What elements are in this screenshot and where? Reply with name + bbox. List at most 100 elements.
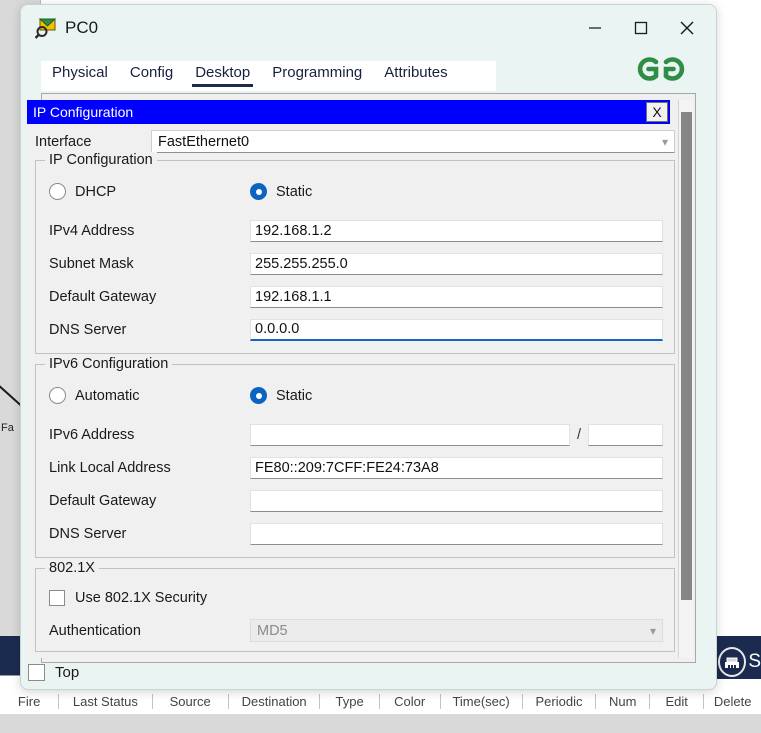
authentication-row: Authentication MD5 ▾ (49, 616, 663, 645)
packet-inspect-icon (34, 17, 57, 39)
ipv6-automatic-radio-option[interactable]: Automatic (49, 387, 250, 404)
top-checkbox[interactable] (28, 664, 45, 681)
interface-label: Interface (35, 133, 92, 150)
scrollbar-thumb[interactable] (681, 112, 692, 600)
ipv6-automatic-radio[interactable] (49, 387, 66, 404)
ipv4-address-input[interactable]: 192.168.1.2 (250, 219, 663, 242)
link-local-address-row: Link Local Address FE80::209:7CFF:FE24:7… (49, 453, 663, 482)
ipv6-gateway-row: Default Gateway (49, 486, 663, 515)
use-dot1x-security-label: Use 802.1X Security (75, 589, 208, 606)
sim-column-header[interactable]: Num (596, 693, 650, 709)
ipv6-automatic-label: Automatic (75, 387, 140, 404)
ipv6-prefix-input[interactable] (588, 423, 663, 446)
interface-dropdown[interactable]: FastEthernet0 ▾ (151, 130, 675, 153)
window-titlebar[interactable]: PC0 (21, 5, 716, 51)
tab-desktop[interactable]: Desktop (184, 61, 261, 87)
ipv4-dns-row: DNS Server 0.0.0.0 (49, 315, 663, 344)
ipv4-static-label: Static (276, 183, 313, 200)
sim-column-header[interactable]: Time(sec) (441, 693, 523, 709)
ipv6-address-input[interactable] (250, 423, 570, 446)
interface-value: FastEthernet0 (158, 133, 250, 150)
dot1x-group-title: 802.1X (45, 560, 99, 576)
dhcp-radio[interactable] (49, 183, 66, 200)
ip-configuration-close-button[interactable]: X (646, 102, 668, 122)
ipv6-static-radio[interactable] (250, 387, 267, 404)
subnet-mask-input[interactable]: 255.255.255.0 (250, 252, 663, 275)
sim-column-header[interactable]: Destination (229, 693, 321, 709)
ip-configuration-title: IP Configuration (33, 104, 134, 120)
geeksforgeeks-logo (626, 49, 696, 89)
ip-configuration-header: IP Configuration X (27, 100, 670, 124)
screen-root: Fa Fire Last Status Source Destination Type C… (0, 0, 761, 733)
ip-configuration-body: Interface FastEthernet0 ▾ IP Configurati… (27, 124, 678, 658)
add-simple-pdu-button[interactable]: S (715, 645, 761, 679)
window-title: PC0 (65, 18, 99, 37)
dhcp-radio-option[interactable]: DHCP (49, 183, 250, 200)
sim-column-header[interactable]: Delete (704, 694, 761, 709)
ipv4-dns-input[interactable]: 0.0.0.0 (250, 318, 663, 341)
ipv4-configuration-group: IP Configuration DHCP Static IPv4 Addres… (35, 152, 675, 354)
ipv4-gateway-input[interactable]: 192.168.1.1 (250, 285, 663, 308)
ipv4-address-row: IPv4 Address 192.168.1.2 (49, 216, 663, 245)
tab-config[interactable]: Config (119, 61, 184, 87)
sim-column-header[interactable]: Type (320, 693, 380, 709)
tab-programming[interactable]: Programming (261, 61, 373, 87)
use-dot1x-security-checkbox[interactable] (49, 589, 65, 606)
chevron-down-icon: ▾ (661, 134, 668, 149)
top-checkbox-row: Top (28, 664, 79, 681)
pdu-envelope-icon (718, 647, 747, 677)
ipv6-gateway-input[interactable] (250, 489, 663, 512)
ipv6-dns-row: DNS Server (49, 519, 663, 548)
ipv4-address-label: IPv4 Address (49, 222, 135, 239)
pdu-button-label: S (748, 651, 761, 672)
sim-column-header[interactable]: Fire (0, 693, 60, 709)
vertical-scrollbar[interactable] (678, 100, 693, 658)
tab-attributes[interactable]: Attributes (373, 61, 458, 87)
ipv4-gateway-row: Default Gateway 192.168.1.1 (49, 282, 663, 311)
ipv4-static-radio-option[interactable]: Static (250, 183, 451, 200)
device-tabs[interactable]: Physical Config Desktop Programming Attribut… (41, 61, 496, 91)
subnet-mask-row: Subnet Mask 255.255.255.0 (49, 249, 663, 278)
left-toolbar-strip (0, 636, 22, 675)
close-icon[interactable] (664, 8, 710, 48)
window-controls (572, 5, 710, 51)
ipv4-gateway-label: Default Gateway (49, 288, 157, 305)
ipv6-address-label: IPv6 Address (49, 426, 135, 443)
ipv6-dns-label: DNS Server (49, 525, 127, 542)
ipv6-static-radio-option[interactable]: Static (250, 387, 451, 404)
ipv4-static-radio[interactable] (250, 183, 267, 200)
ipv6-address-row: IPv6 Address / (49, 420, 663, 449)
ipv6-dns-input[interactable] (250, 522, 663, 545)
authentication-value: MD5 (257, 622, 288, 639)
ipv4-group-title: IP Configuration (45, 152, 157, 168)
maximize-icon[interactable] (618, 8, 664, 48)
ipv6-mode-row: Automatic Static (49, 381, 663, 410)
ipv4-mode-row: DHCP Static (49, 177, 663, 206)
top-checkbox-label: Top (55, 664, 80, 681)
minimize-icon[interactable] (572, 8, 618, 48)
background-interface-label: Fa (1, 422, 14, 434)
authentication-dropdown[interactable]: MD5 ▾ (250, 619, 663, 642)
sim-column-header[interactable]: Color (380, 693, 441, 709)
dhcp-label: DHCP (75, 183, 117, 200)
subnet-mask-label: Subnet Mask (49, 255, 134, 272)
link-local-address-label: Link Local Address (49, 459, 171, 476)
network-cable (0, 382, 22, 407)
simulation-table-header: Fire Last Status Source Destination Type Colo… (0, 688, 761, 714)
tab-physical[interactable]: Physical (41, 61, 119, 87)
ipv6-gateway-label: Default Gateway (49, 492, 157, 509)
ipv4-dns-label: DNS Server (49, 321, 127, 338)
simulation-panel-footer (0, 714, 761, 733)
ipv6-group-title: IPv6 Configuration (45, 356, 173, 372)
sim-column-header[interactable]: Last Status (59, 693, 153, 709)
ipv6-prefix-separator: / (576, 426, 581, 443)
sim-column-header[interactable]: Edit (650, 693, 705, 709)
chevron-down-icon: ▾ (649, 623, 656, 638)
link-local-address-input[interactable]: FE80::209:7CFF:FE24:73A8 (250, 456, 663, 479)
authentication-label: Authentication (49, 622, 141, 639)
dot1x-security-row: Use 802.1X Security (49, 583, 663, 612)
sim-column-header[interactable]: Source (153, 693, 229, 709)
dot1x-group: 802.1X Use 802.1X Security Authenticatio… (35, 560, 675, 652)
ipv6-configuration-group: IPv6 Configuration Automatic Static IPv6… (35, 356, 675, 558)
sim-column-header[interactable]: Periodic (523, 693, 597, 709)
